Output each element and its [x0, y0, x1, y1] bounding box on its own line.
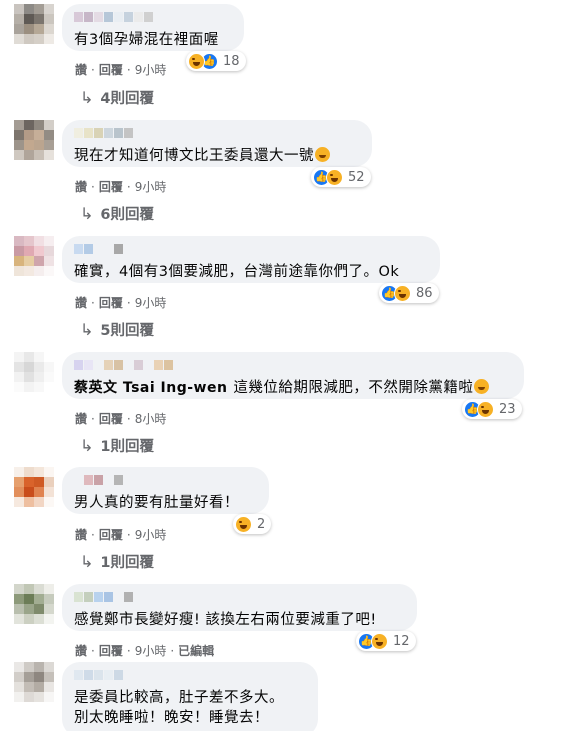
reply-link[interactable]: 回覆 [99, 294, 123, 311]
edited-label[interactable]: 已編輯 [178, 642, 214, 659]
author-name-blurred[interactable] [74, 244, 428, 256]
reaction-summary[interactable]: 👍 86 [379, 283, 439, 303]
reaction-summary[interactable]: 👍 23 [462, 399, 522, 419]
view-replies-link[interactable]: ↳ 4則回覆 [80, 87, 154, 108]
comment-text: 蔡英文 Tsai Ing-wen 這幾位給期限減肥，不然開除黨籍啦 [74, 378, 512, 398]
timestamp[interactable]: 8小時 [135, 410, 167, 427]
haha-reaction-icon [394, 284, 411, 302]
comment-text-line: 別太晚睡啦！晚安！睡覺去！ [74, 710, 269, 726]
comment-text: 感覺鄭市長變好瘦! 該換左右兩位要減重了吧! [74, 612, 377, 628]
reply-link[interactable]: 回覆 [99, 642, 123, 659]
comment-bubble: 現在才知道何博文比王委員還大一號 [62, 120, 372, 167]
comment-text: 現在才知道何博文比王委員還大一號 [74, 146, 360, 166]
like-link[interactable]: 讚 [75, 642, 87, 659]
reply-link[interactable]: 回覆 [99, 61, 123, 78]
author-name-blurred[interactable] [74, 128, 360, 140]
replies-label: 1則回覆 [100, 439, 154, 455]
comment-bubble: 是委員比較高，肚子差不多大。 別太晚睡啦！晚安！睡覺去！ [62, 662, 318, 731]
timestamp[interactable]: 9小時 [135, 178, 167, 195]
author-name-blurred[interactable] [74, 592, 405, 604]
timestamp[interactable]: 9小時 [135, 294, 167, 311]
replies-label: 5則回覆 [100, 323, 154, 339]
reaction-count: 86 [416, 285, 433, 301]
comment-bubble: 男人真的要有肚量好看！ [62, 467, 269, 514]
reply-arrow-icon: ↳ [80, 88, 94, 107]
comment-actions: 讚 · 回覆 · 9小時 · 已編輯 [75, 642, 215, 659]
reaction-summary[interactable]: 👍 52 [311, 167, 371, 187]
reply-arrow-icon: ↳ [80, 204, 94, 223]
grinning-sweat-emoji-icon [474, 379, 490, 394]
view-replies-link[interactable]: ↳ 1則回覆 [80, 435, 154, 456]
comment-bubble: 確實，4個有3個要減肥，台灣前途靠你們了。Ok [62, 236, 440, 283]
like-link[interactable]: 讚 [75, 294, 87, 311]
comment-bubble: 有3個孕婦混在裡面喔 [62, 4, 244, 51]
replies-label: 4則回覆 [100, 91, 154, 107]
avatar[interactable] [14, 4, 54, 44]
haha-reaction-icon [235, 515, 252, 533]
replies-label: 1則回覆 [100, 555, 154, 571]
comment-actions: 讚 · 回覆 · 8小時 [75, 410, 167, 427]
avatar[interactable] [14, 467, 54, 507]
laughing-emoji-icon [315, 147, 330, 162]
haha-reaction-icon [477, 400, 494, 418]
view-replies-link[interactable]: ↳ 1則回覆 [80, 551, 154, 572]
comment-text-line: 是委員比較高，肚子差不多大。 [74, 690, 284, 706]
reaction-count: 2 [257, 516, 266, 532]
like-link[interactable]: 讚 [75, 178, 87, 195]
timestamp[interactable]: 9小時 [135, 61, 167, 78]
reply-arrow-icon: ↳ [80, 552, 94, 571]
comment-bubble: 蔡英文 Tsai Ing-wen 這幾位給期限減肥，不然開除黨籍啦 [62, 352, 524, 399]
author-name-blurred[interactable] [74, 475, 257, 487]
comment-text: 男人真的要有肚量好看！ [74, 495, 239, 511]
reaction-count: 18 [223, 53, 240, 69]
timestamp[interactable]: 9小時 [135, 526, 167, 543]
avatar[interactable] [14, 120, 54, 160]
comment-text: 確實，4個有3個要減肥，台灣前途靠你們了。Ok [74, 264, 400, 280]
reply-link[interactable]: 回覆 [99, 178, 123, 195]
author-name[interactable]: 蔡英文 Tsai Ing-wen [74, 380, 227, 396]
reply-arrow-icon: ↳ [80, 320, 94, 339]
comment-text: 有3個孕婦混在裡面喔 [74, 32, 219, 48]
like-link[interactable]: 讚 [75, 410, 87, 427]
author-name-blurred[interactable] [74, 360, 512, 372]
reaction-summary[interactable]: 👍 18 [186, 51, 246, 71]
view-replies-link[interactable]: ↳ 5則回覆 [80, 319, 154, 340]
author-name-blurred[interactable] [74, 12, 232, 24]
reaction-count: 12 [393, 633, 410, 649]
avatar[interactable] [14, 352, 54, 392]
comment-actions: 讚 · 回覆 · 9小時 [75, 178, 167, 195]
reply-arrow-icon: ↳ [80, 436, 94, 455]
avatar[interactable] [14, 662, 54, 702]
haha-reaction-icon [371, 632, 388, 650]
avatar[interactable] [14, 584, 54, 624]
timestamp[interactable]: 9小時 [135, 642, 167, 659]
reaction-summary[interactable]: 2 [233, 514, 272, 534]
author-name-blurred[interactable] [74, 670, 306, 682]
like-link[interactable]: 讚 [75, 61, 87, 78]
reaction-count: 23 [499, 401, 516, 417]
like-link[interactable]: 讚 [75, 526, 87, 543]
reaction-summary[interactable]: 👍 12 [356, 631, 416, 651]
reply-link[interactable]: 回覆 [99, 526, 123, 543]
comment-actions: 讚 · 回覆 · 9小時 [75, 61, 167, 78]
replies-label: 6則回覆 [100, 207, 154, 223]
avatar[interactable] [14, 236, 54, 276]
comment-actions: 讚 · 回覆 · 9小時 [75, 294, 167, 311]
reply-link[interactable]: 回覆 [99, 410, 123, 427]
comment-actions: 讚 · 回覆 · 9小時 [75, 526, 167, 543]
haha-reaction-icon [188, 52, 205, 70]
view-replies-link[interactable]: ↳ 6則回覆 [80, 203, 154, 224]
reaction-count: 52 [348, 169, 365, 185]
comment-bubble: 感覺鄭市長變好瘦! 該換左右兩位要減重了吧! [62, 584, 417, 631]
haha-reaction-icon [326, 168, 343, 186]
